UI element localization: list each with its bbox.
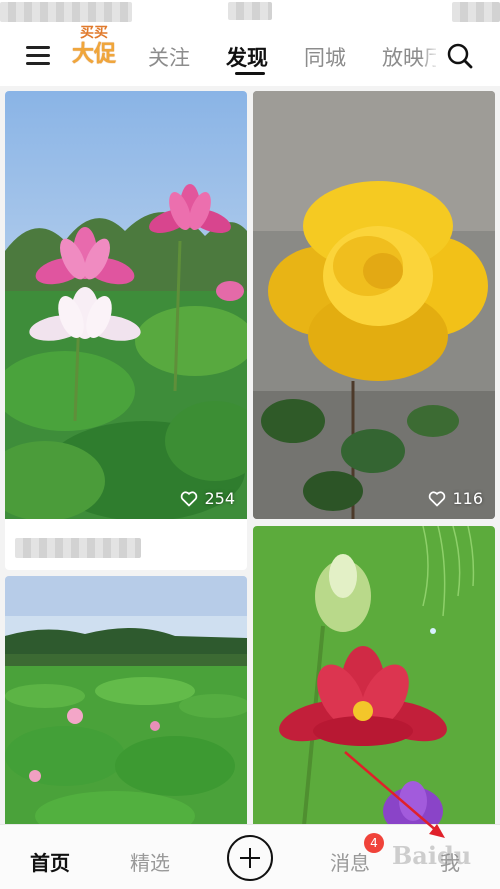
card-image-red-lotus[interactable] bbox=[253, 526, 495, 824]
heart-icon bbox=[181, 490, 198, 506]
card-caption-blurred bbox=[15, 538, 141, 558]
nav-featured[interactable]: 精选 bbox=[130, 847, 170, 876]
nav-home[interactable]: 首页 bbox=[30, 847, 70, 876]
card-image-lotus-pond[interactable] bbox=[5, 576, 247, 824]
watermark: Baidu bbox=[392, 841, 472, 870]
active-tab-indicator bbox=[235, 72, 265, 75]
top-nav: 买买 大促 关注 发现 同城 放映厅 bbox=[0, 25, 500, 86]
promo-logo[interactable]: 买买 大促 bbox=[72, 22, 122, 70]
nav-messages[interactable]: 消息 bbox=[330, 847, 370, 876]
tab-nearby[interactable]: 同城 bbox=[304, 42, 346, 72]
bottom-nav: 首页 精选 消息 4 我 Baidu bbox=[0, 824, 500, 889]
tab-fade bbox=[420, 28, 440, 86]
like-count-value: 254 bbox=[204, 489, 235, 508]
blurred-status-right bbox=[452, 2, 500, 22]
feed-card[interactable]: 254 bbox=[5, 91, 247, 570]
card-image-yellow-rose[interactable]: 116 bbox=[253, 91, 495, 519]
heart-icon bbox=[429, 490, 446, 506]
tab-discover[interactable]: 发现 bbox=[226, 42, 268, 72]
messages-badge: 4 bbox=[364, 833, 384, 853]
logo-text-main: 大促 bbox=[72, 41, 117, 67]
tab-follow[interactable]: 关注 bbox=[148, 42, 190, 72]
like-count[interactable]: 254 bbox=[180, 489, 235, 508]
add-icon[interactable] bbox=[227, 835, 273, 881]
blurred-status-left bbox=[0, 2, 132, 22]
feed-card[interactable] bbox=[253, 526, 495, 824]
like-count[interactable]: 116 bbox=[428, 489, 483, 508]
discover-feed[interactable]: 254 116 bbox=[0, 86, 500, 824]
menu-icon[interactable] bbox=[26, 44, 52, 66]
feed-card[interactable]: 116 bbox=[253, 91, 495, 519]
card-image-pink-lotus[interactable]: 254 bbox=[5, 91, 247, 519]
search-icon[interactable] bbox=[446, 42, 474, 70]
like-count-value: 116 bbox=[452, 489, 483, 508]
blurred-status-center bbox=[228, 2, 272, 20]
feed-card[interactable] bbox=[5, 576, 247, 824]
